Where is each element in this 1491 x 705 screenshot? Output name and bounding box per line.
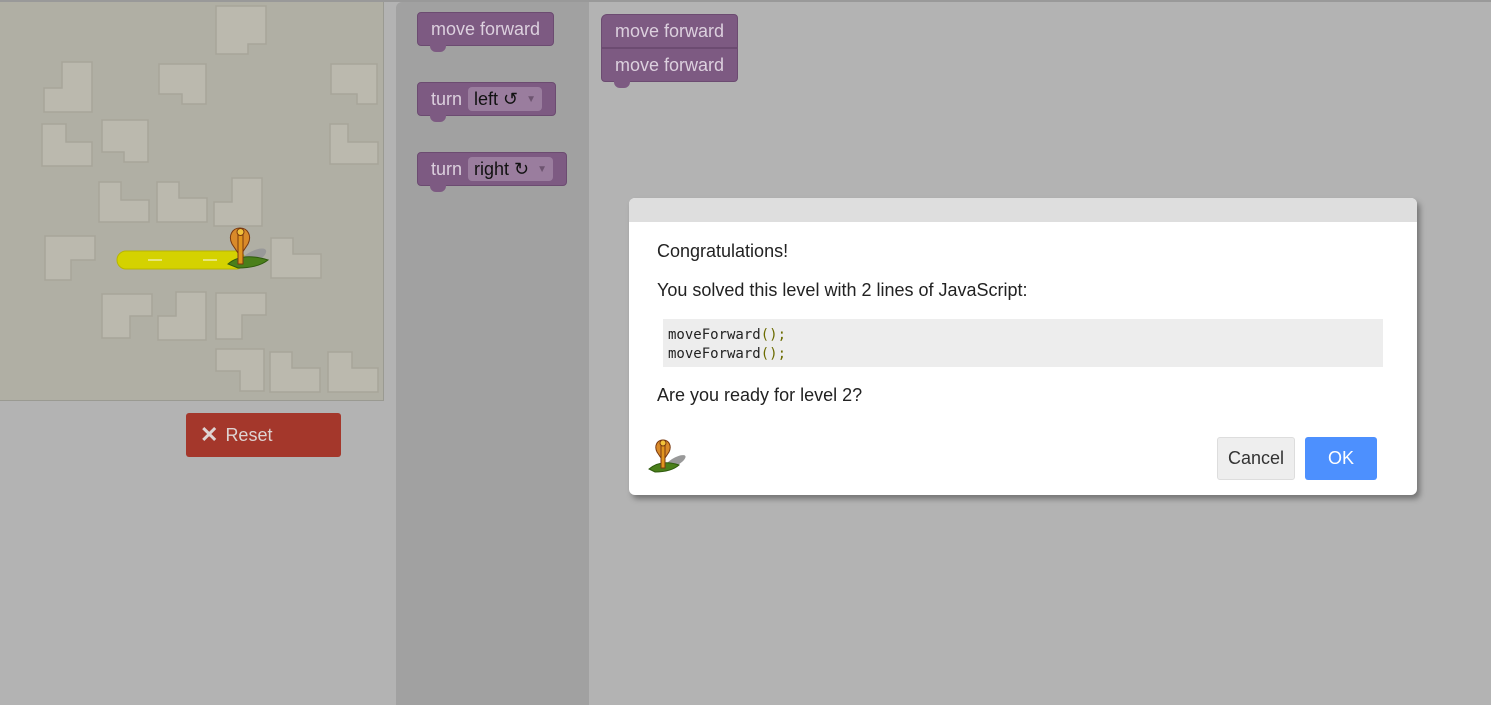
dialog-solved-text: You solved this level with 2 lines of Ja… bbox=[657, 280, 1028, 300]
block-label: turn bbox=[431, 158, 463, 179]
chevron-down-icon: ▼ bbox=[537, 163, 548, 175]
maze-tile bbox=[213, 177, 263, 227]
maze-tile bbox=[156, 181, 208, 223]
reset-button[interactable]: ✕ Reset bbox=[186, 413, 341, 457]
block-label: move forward bbox=[615, 20, 725, 41]
dialog-next-level-text: Are you ready for level 2? bbox=[657, 385, 863, 405]
turn-direction-dropdown[interactable]: right ↻ ▼ bbox=[468, 157, 554, 181]
cancel-button[interactable]: Cancel bbox=[1217, 437, 1295, 480]
toolbox-block-turn-right[interactable]: turn right ↻ ▼ bbox=[417, 152, 568, 192]
block-label: turn bbox=[431, 88, 463, 109]
ok-button[interactable]: OK bbox=[1305, 437, 1377, 480]
maze-tile bbox=[157, 291, 207, 341]
chevron-down-icon: ▼ bbox=[526, 93, 537, 105]
maze-display bbox=[0, 2, 384, 401]
dropdown-value: right ↻ bbox=[474, 158, 530, 179]
code-line: moveForward(); bbox=[668, 346, 787, 362]
maze-tile bbox=[158, 63, 207, 105]
maze-tile bbox=[329, 123, 379, 165]
maze-tile bbox=[215, 292, 267, 340]
toolbox-block-move-forward[interactable]: move forward bbox=[417, 12, 555, 52]
close-icon: ✕ bbox=[200, 422, 219, 447]
workspace-block-move-forward[interactable]: move forward bbox=[601, 14, 739, 48]
maze-tile bbox=[43, 61, 93, 113]
maze-path bbox=[116, 250, 246, 270]
turn-direction-dropdown[interactable]: left ↺ ▼ bbox=[468, 87, 543, 111]
maze-tile bbox=[101, 293, 153, 339]
maze-tile bbox=[215, 348, 265, 392]
reset-label: Reset bbox=[225, 424, 273, 445]
block-label: move forward bbox=[615, 54, 725, 75]
maze-tile bbox=[98, 181, 150, 223]
dialog-header bbox=[629, 198, 1417, 222]
workspace-block-move-forward[interactable]: move forward bbox=[601, 48, 739, 88]
pegman-icon bbox=[648, 439, 686, 473]
maze-tile bbox=[101, 119, 149, 163]
code-listing: moveForward(); moveForward(); bbox=[663, 319, 1383, 367]
maze-tile bbox=[215, 5, 267, 55]
maze-map bbox=[41, 5, 379, 393]
dialog-title: Congratulations! bbox=[657, 241, 789, 261]
maze-tile bbox=[330, 63, 378, 105]
maze-tile bbox=[270, 237, 322, 279]
maze-tile bbox=[327, 351, 379, 393]
maze-tile bbox=[269, 351, 321, 393]
block-label: move forward bbox=[431, 18, 541, 39]
maze-tile bbox=[41, 123, 93, 167]
dropdown-value: left ↺ bbox=[474, 88, 519, 109]
maze-tile bbox=[44, 235, 96, 281]
pegman-goal-marker bbox=[227, 227, 270, 269]
toolbox-block-turn-left[interactable]: turn left ↺ ▼ bbox=[417, 82, 557, 122]
code-line: moveForward(); bbox=[668, 327, 787, 343]
congratulations-dialog: Congratulations! You solved this level w… bbox=[629, 198, 1417, 495]
